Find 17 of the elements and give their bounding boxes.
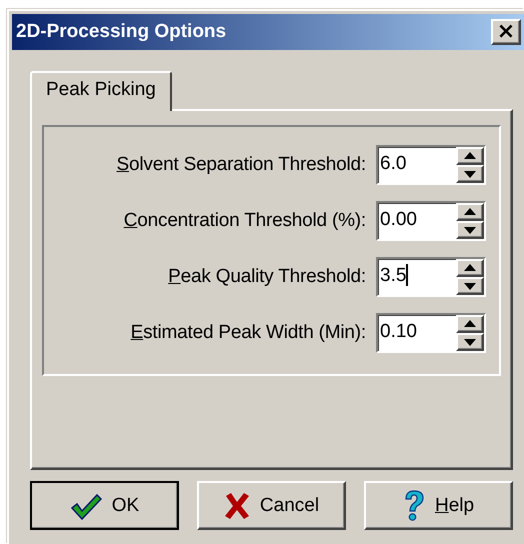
question-mark-icon — [402, 490, 425, 522]
help-button[interactable]: Help — [364, 481, 513, 530]
spin-field[interactable]: 0.10 — [376, 313, 486, 353]
spin-field[interactable]: 6.0 — [376, 145, 486, 185]
spin-field[interactable]: 0.00 — [376, 201, 486, 241]
window-title: 2D-Processing Options — [16, 21, 228, 43]
spin-field[interactable]: 3.5 — [376, 257, 486, 297]
ok-button[interactable]: OK — [30, 481, 179, 530]
tab[interactable]: Peak Picking — [30, 71, 172, 111]
x-mark-icon — [224, 492, 250, 520]
field-label: Estimated Peak Width (Min): — [130, 322, 366, 344]
cancel-button[interactable]: Cancel — [197, 481, 346, 530]
field-label: Concentration Threshold (%): — [124, 210, 366, 232]
field-label: Solvent Separation Threshold: — [116, 154, 366, 176]
close-button[interactable]: × — [491, 19, 521, 45]
checkmark-icon — [70, 492, 102, 520]
field-label: Peak Quality Threshold: — [168, 266, 366, 288]
